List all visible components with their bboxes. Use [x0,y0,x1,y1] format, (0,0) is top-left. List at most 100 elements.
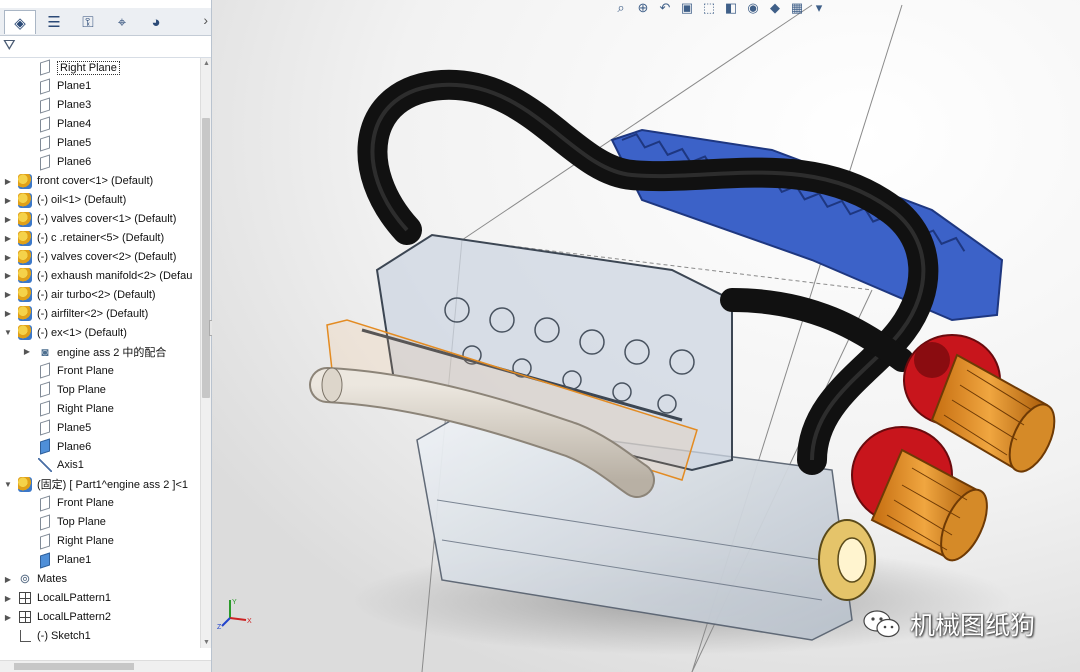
expand-arrow-icon[interactable]: ▶ [3,253,13,262]
scene-icon[interactable]: ▦ [788,0,806,16]
expand-arrow-icon[interactable]: ▶ [3,271,13,280]
hide-show-icon[interactable]: ◉ [744,0,762,16]
scrollbar-thumb[interactable] [202,118,210,398]
previous-view-icon[interactable]: ↶ [656,0,674,16]
tree-item-label: front cover<1> (Default) [37,175,154,188]
part-icon [18,173,32,189]
mate-group-icon: ◙ [41,344,49,359]
tree-row[interactable]: Plane6 [38,153,91,172]
sketch-icon [18,629,32,644]
edit-appearance-icon[interactable]: ◆ [766,0,784,16]
tree-item-label: (-) valves cover<2> (Default) [37,251,177,263]
tree-item-label: Plane1 [57,80,92,93]
display-style-icon[interactable]: ◧ [722,0,740,16]
tree-row[interactable]: ▶ (-) valves cover<2> (Default) [5,248,177,267]
part-icon [18,476,32,492]
panel-tab-bar: ◈ ☰ ⚿ ⌖ ◕ › [0,8,211,36]
scroll-up-arrow-icon[interactable]: ▲ [201,60,211,67]
expand-arrow-icon[interactable]: ▶ [3,309,13,318]
plane-icon [38,135,52,152]
expand-arrow-icon[interactable]: ▶ [3,196,13,205]
tree-row[interactable]: Plane4 [38,115,91,134]
tree-row[interactable]: Top Plane [38,513,106,532]
tree-row[interactable]: ▶ (-) air turbo<2> (Default) [5,285,156,304]
zoom-to-fit-icon[interactable]: ⌕ [612,0,630,16]
display-manager-tab[interactable]: ◕ [140,10,172,34]
zoom-area-icon[interactable]: ⊕ [634,0,652,16]
collapse-arrow-icon[interactable]: ▼ [3,328,13,337]
tree-row[interactable]: Plane1 [38,77,91,96]
tree-row[interactable]: Right Plane [38,399,114,418]
tree-row[interactable]: Plane5 [38,134,91,153]
tree-row[interactable]: ▶ ⊚ Mates [5,570,67,589]
tree-row[interactable]: ▶ (-) exhaush manifold<2> (Defau [5,266,192,285]
collapse-arrow-icon[interactable]: ▼ [3,480,13,489]
section-view-icon[interactable]: ▣ [678,0,696,16]
part-icon [18,211,32,227]
expand-arrow-icon[interactable]: ▶ [3,290,13,299]
tree-item-label: engine ass 2 中的配合 [57,346,167,359]
plane-icon [38,495,52,512]
dimxpert-tab[interactable]: ⌖ [106,10,138,34]
plane-icon [38,154,52,171]
tree-row[interactable]: ▶ (-) c .retainer<5> (Default) [5,229,164,248]
tree-item-label: LocalLPattern2 [37,611,111,624]
feature-manager-tab[interactable]: ◈ [4,10,36,34]
tree-row[interactable]: Plane1 [38,551,91,570]
tree-row[interactable]: ▶ front cover<1> (Default) [5,172,154,191]
graphics-viewport[interactable]: ⌕ ⊕ ↶ ▣ ⬚ ◧ ◉ ◆ ▦ ▾ Y X Z 机械图纸狗 [212,0,1080,672]
tree-row[interactable]: ▶ (-) valves cover<1> (Default) [5,210,176,229]
expand-arrow-icon[interactable]: ▶ [22,347,32,356]
tree-horizontal-scrollbar[interactable] [0,660,211,672]
expand-arrow-icon[interactable]: ▶ [3,215,13,224]
filter-icon[interactable]: ⛛ [3,37,16,54]
assembly-icon: ◈ [14,14,26,32]
expand-arrow-icon[interactable]: ▶ [3,234,13,243]
configuration-manager-tab[interactable]: ⚿ [72,10,104,34]
scroll-down-arrow-icon[interactable]: ▼ [201,639,211,646]
tree-item-label: Front Plane [57,364,114,377]
view-orientation-icon[interactable]: ⬚ [700,0,718,16]
feature-tree: Right Plane Plane1 Plane3 Plane4 Plane5 Plane… [0,58,200,648]
tree-row[interactable]: Right Plane [38,532,114,551]
horizontal-scrollbar-thumb[interactable] [14,663,134,670]
tree-row[interactable]: ▶ LocalLPattern1 [5,589,111,608]
tree-row[interactable]: Axis1 [38,456,84,475]
crosshair-icon: ⌖ [117,13,127,31]
feature-manager-panel: ◈ ☰ ⚿ ⌖ ◕ › ⛛ Right Plane Plane1 Plane3 Plane4 Pl… [0,0,212,672]
tabs-overflow-chevron-icon[interactable]: › [203,12,208,28]
pattern-icon [18,610,32,625]
tree-row[interactable]: Plane5 [38,418,91,437]
tree-row[interactable]: ▶ ◙ engine ass 2 中的配合 [24,342,167,361]
plane-icon [38,78,52,95]
expand-arrow-icon[interactable]: ▶ [3,594,13,603]
tree-item-label: Front Plane [57,497,114,510]
triad-x-label: X [247,618,252,625]
tree-row[interactable]: ▶ (-) airfilter<2> (Default) [5,304,148,323]
plane-icon [38,381,52,398]
plane-icon [38,97,52,114]
exhaust-pipe-opening [321,367,343,403]
tree-item-label: Plane5 [57,137,92,150]
view-settings-icon[interactable]: ▾ [810,0,828,16]
property-manager-tab[interactable]: ☰ [38,10,70,34]
tree-row[interactable]: Front Plane [38,361,114,380]
tree-row[interactable]: Plane3 [38,96,91,115]
expand-arrow-icon[interactable]: ▶ [3,575,13,584]
tree-row[interactable]: Right Plane [38,58,120,77]
tree-row[interactable]: ▼ (-) ex<1> (Default) [4,323,127,342]
plane-icon [38,438,52,455]
tree-row[interactable]: ▼ (固定) [ Part1^engine ass 2 ]<1 [4,475,188,494]
tree-row[interactable]: Plane6 [38,437,91,456]
part-icon [18,230,32,246]
tree-row[interactable]: (-) Sketch1 [18,627,91,646]
tree-vertical-scrollbar[interactable]: ▲ ▼ [200,58,211,648]
tree-row[interactable]: Front Plane [38,494,114,513]
tree-row[interactable]: Top Plane [38,380,106,399]
tree-row[interactable]: ▶ LocalLPattern2 [5,608,111,627]
tree-row[interactable]: ▶ (-) oil<1> (Default) [5,191,126,210]
expand-arrow-icon[interactable]: ▶ [3,613,13,622]
expand-arrow-icon[interactable]: ▶ [3,177,13,186]
tree-item-label: Right Plane [57,535,114,548]
watermark: 机械图纸狗 [862,607,1035,641]
